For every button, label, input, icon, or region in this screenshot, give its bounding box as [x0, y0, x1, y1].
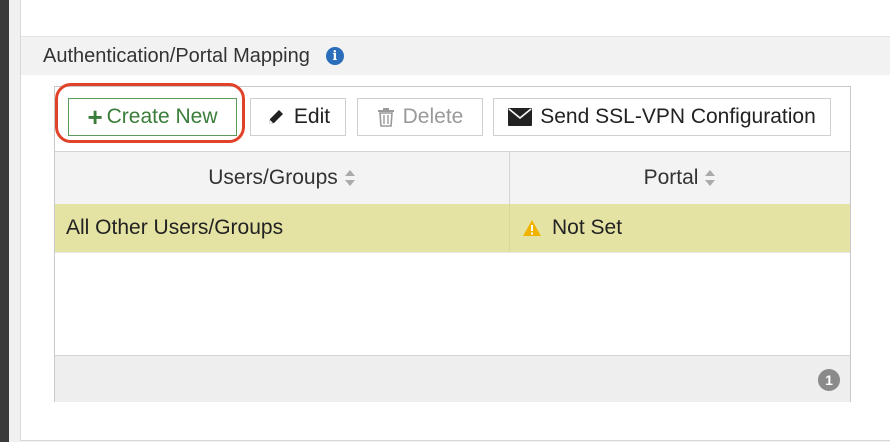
table-header: Users/Groups Portal	[55, 151, 850, 205]
envelope-icon	[508, 108, 533, 126]
section-header: Authentication/Portal Mapping i	[21, 36, 890, 75]
window-edge	[0, 0, 9, 442]
delete-label: Delete	[402, 105, 464, 128]
pencil-icon	[266, 107, 286, 127]
send-ssl-vpn-button[interactable]: Send SSL-VPN Configuration	[493, 98, 831, 136]
portal-value: Not Set	[552, 216, 623, 239]
table-row[interactable]: All Other Users/Groups Not Set	[55, 204, 850, 253]
mapping-table-container: + Create New Edit Delete Send SSL-VPN Co…	[54, 83, 851, 402]
create-new-label: Create New	[106, 105, 218, 128]
sort-icon	[344, 168, 356, 188]
cell-portal: Not Set	[510, 204, 850, 252]
info-icon[interactable]: i	[325, 47, 344, 65]
row-count-badge: 1	[818, 369, 840, 391]
send-ssl-vpn-label: Send SSL-VPN Configuration	[540, 105, 816, 128]
column-header-users-groups[interactable]: Users/Groups	[55, 152, 510, 204]
edit-button[interactable]: Edit	[250, 98, 346, 136]
create-new-button[interactable]: + Create New	[68, 98, 237, 136]
toolbar: + Create New Edit Delete Send SSL-VPN Co…	[55, 83, 850, 151]
column-header-label: Users/Groups	[208, 166, 338, 189]
column-header-label: Portal	[643, 166, 699, 189]
plus-icon: +	[87, 102, 103, 132]
sort-icon	[704, 168, 716, 188]
warning-icon	[522, 219, 542, 237]
settings-panel: Authentication/Portal Mapping i + Create…	[20, 0, 890, 441]
edit-label: Edit	[293, 105, 331, 128]
column-header-portal[interactable]: Portal	[510, 152, 850, 204]
table-footer: 1	[55, 355, 850, 402]
cell-users-groups: All Other Users/Groups	[55, 204, 510, 252]
delete-button[interactable]: Delete	[357, 98, 483, 136]
section-title: Authentication/Portal Mapping	[43, 44, 310, 67]
trash-icon	[377, 107, 395, 127]
